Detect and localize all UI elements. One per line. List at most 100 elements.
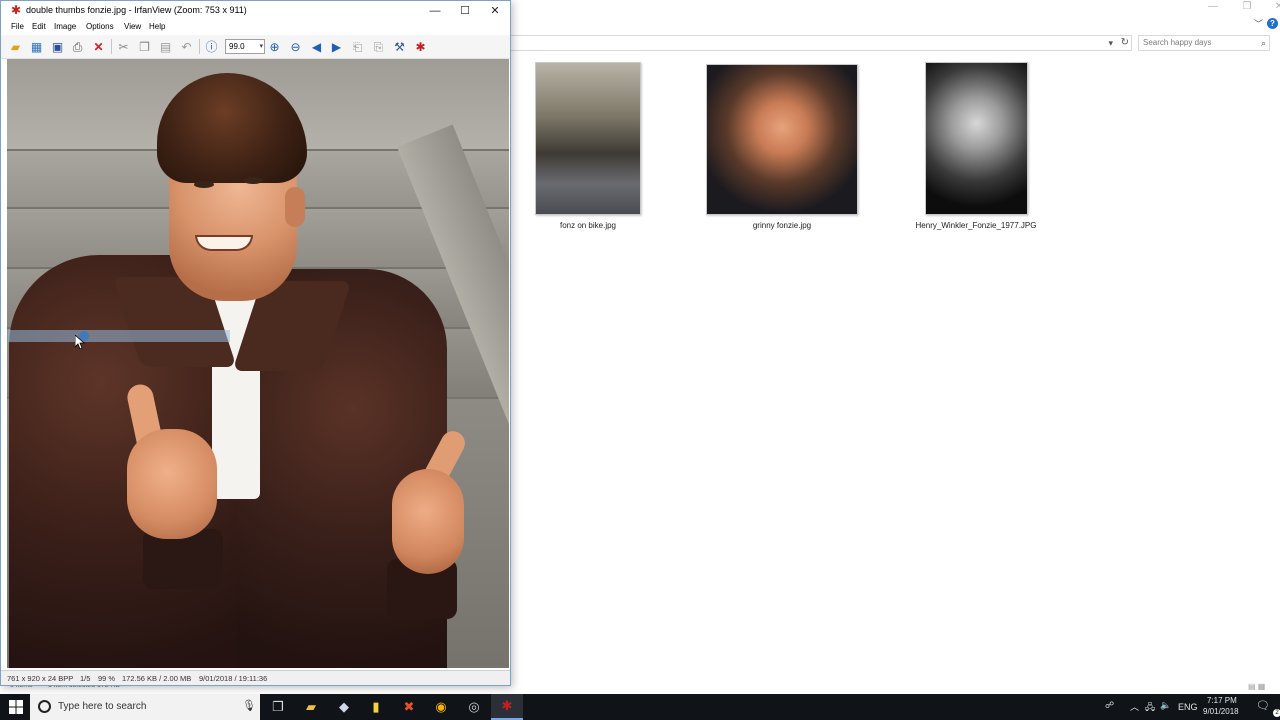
zoom-value: 99.0 [229,42,245,51]
mouse-cursor-icon [75,335,85,349]
action-center-icon[interactable]: 🗨 [1256,699,1270,712]
open-folder-icon[interactable]: ▰ [7,38,24,55]
file-thumbnail-grinny-fonzie[interactable]: grinny fonzie.jpg [700,64,864,230]
taskbar-search-input[interactable]: Type here to search 🎙 [30,694,260,720]
help-icon[interactable]: ? [1267,18,1278,29]
irfanview-taskbar-icon[interactable]: ✱ [491,694,523,720]
image-dimensions: 761 x 920 x 24 BPP [7,674,74,683]
settings-icon[interactable]: ⚒ [391,38,408,55]
menu-edit[interactable]: Edit [32,22,46,31]
undo-icon[interactable]: ↶ [178,38,195,55]
menu-help[interactable]: Help [149,22,165,31]
chevron-down-icon[interactable]: ▾ [259,40,263,53]
obs-icon[interactable]: ◎ [458,694,490,720]
copy-icon[interactable]: ❐ [136,38,153,55]
toolbar-separator [199,39,200,54]
menu-file[interactable]: File [11,22,24,31]
sticky-notes-icon[interactable]: ▮ [360,694,392,720]
volume-icon[interactable]: 🔈 [1160,700,1171,711]
file-name: grinny fonzie.jpg [752,221,812,230]
irfanview-app-icon: ✱ [11,3,22,17]
address-bar[interactable]: ▾ ↻ [510,35,1132,51]
eye-left [194,181,214,188]
ear [285,187,305,227]
view-toggle-icons[interactable]: ▤ ▦ [1248,682,1265,691]
network-icon[interactable]: 🖧 [1145,700,1155,716]
eye-right [243,177,263,184]
file-datetime: 9/01/2018 / 19:11:36 [199,674,268,683]
hand-right [392,469,464,574]
next-icon[interactable]: ▶ [328,38,345,55]
menu-item-print-label[interactable]: Print... [29,332,49,339]
taskbar-search-placeholder: Type here to search [58,701,147,712]
maximize-button[interactable]: ☐ [451,3,479,19]
system-tray: ☍ ︿ 🖧 🔈 ENG 7:17 PM 9/01/2018 🗨 [1100,694,1280,720]
file-name: Henry_Winkler_Fonzie_1977.JPG [915,221,1037,230]
explorer-maximize-button[interactable]: ❐ [1232,0,1262,16]
thumbnails-icon[interactable]: ▦ [28,38,45,55]
irfanview-status-bar: 761 x 920 x 24 BPP 1/5 99 % 172.56 KB / … [1,670,510,685]
menu-item-print-shortcut: Ctrl+P [197,332,217,339]
zoom-percent: 99 % [98,674,116,683]
minimize-button[interactable]: — [421,3,449,19]
thumbnail-image [535,62,641,215]
explorer-search-placeholder: Search happy days [1143,38,1212,47]
explorer-titlebar: — ❐ ✕ [510,0,1280,30]
smile [195,235,253,251]
chevron-up-icon[interactable]: ︿ [1130,700,1139,713]
menu-options[interactable]: Options [86,22,114,31]
search-icon: ⌕ [1260,38,1266,48]
first-page-icon[interactable]: ⎗ [349,38,366,55]
info-icon[interactable]: ⓘ [203,38,220,55]
menu-image[interactable]: Image [54,22,76,31]
cortana-icon [38,700,51,713]
delete-icon[interactable]: ✕ [90,38,107,55]
print-icon[interactable]: ⎙ [69,38,86,55]
people-icon[interactable]: ☍ [1105,700,1114,711]
close-button[interactable]: ✕ [481,3,509,19]
language-indicator[interactable]: ENG [1178,702,1198,712]
irfanview-window: ✱ double thumbs fonzie.jpg - IrfanView (… [0,0,511,686]
file-explorer-icon[interactable]: ▰ [295,694,327,720]
file-size: 172.56 KB / 2.00 MB [122,674,192,683]
file-thumbnail-henry-winkler[interactable]: Henry_Winkler_Fonzie_1977.JPG [916,62,1036,230]
file-name: fonz on bike.jpg [559,221,617,230]
toolbar: ▰ ▦ ▣ ⎙ ✕ ✂ ❐ ▤ ↶ ⓘ 99.0 ▾ ⊕ ⊖ ◀ ▶ ⎗ ⎘ ⚒… [1,35,510,59]
notification-count-badge: 2 [1273,709,1280,717]
thumbnail-image [706,64,858,215]
last-page-icon[interactable]: ⎘ [370,38,387,55]
paste-icon[interactable]: ▤ [157,38,174,55]
irfanview-logo-icon[interactable]: ✱ [412,38,429,55]
file-thumbnail-fonz-on-bike[interactable]: fonz on bike.jpg [530,62,646,230]
task-view-icon[interactable]: ❐ [262,694,294,720]
hand-left [127,429,217,539]
image-index: 1/5 [80,674,91,683]
clock-date[interactable]: 9/01/2018 [1203,707,1239,716]
refresh-icon[interactable]: ↻ [1121,36,1129,50]
explorer-search-input[interactable]: Search happy days ⌕ [1138,35,1270,51]
ribbon-expand-icon[interactable]: ﹀ [1254,17,1263,30]
window-title: double thumbs fonzie.jpg - IrfanView (Zo… [26,5,247,15]
save-icon[interactable]: ▣ [49,38,66,55]
previous-icon[interactable]: ◀ [308,38,325,55]
menu-view[interactable]: View [124,22,141,31]
taskbar: Type here to search 🎙 ❐ ▰ ◆ ▮ ✖ ◉ ◎ ✱ ☍ … [0,694,1280,720]
thumbnail-image [924,62,1028,215]
image-canvas[interactable] [7,59,509,668]
irfanview-titlebar: ✱ double thumbs fonzie.jpg - IrfanView (… [1,1,510,21]
zoom-out-icon[interactable]: ⊖ [287,38,304,55]
clock-time[interactable]: 7:17 PM [1207,696,1237,705]
explorer-close-button[interactable]: ✕ [1264,0,1280,16]
toolbar-separator [111,39,112,54]
app-icon[interactable]: ◆ [328,694,360,720]
chrome-icon[interactable]: ◉ [425,694,457,720]
zoom-combo-box[interactable]: 99.0 ▾ [225,39,265,54]
address-dropdown-icon[interactable]: ▾ [1108,36,1113,50]
windows-start-icon[interactable] [8,699,24,715]
menu-bar: File Edit Image Options View Help [1,21,510,35]
zoom-in-icon[interactable]: ⊕ [266,38,283,55]
xmind-icon[interactable]: ✖ [393,694,425,720]
cut-icon[interactable]: ✂ [115,38,132,55]
explorer-minimize-button[interactable]: — [1198,0,1228,16]
microphone-icon[interactable]: 🎙 [242,699,256,712]
